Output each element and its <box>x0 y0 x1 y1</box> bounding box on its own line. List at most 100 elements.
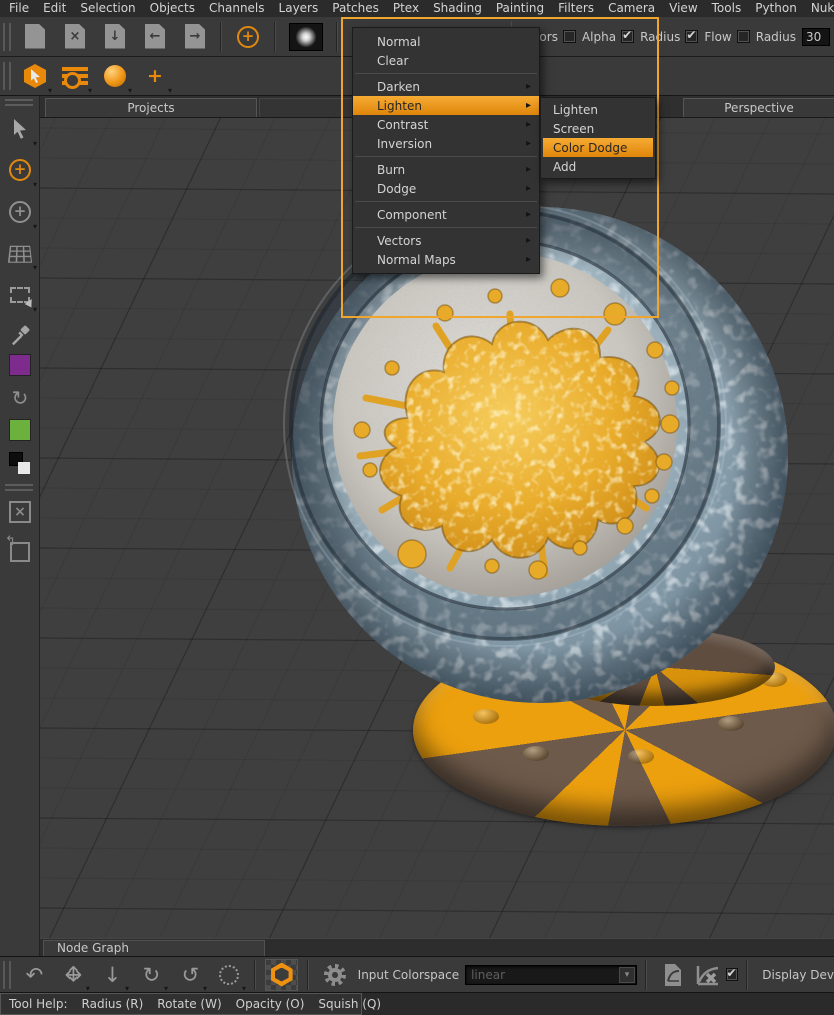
menubar-item[interactable]: Shading <box>426 0 489 17</box>
clear-lut-button[interactable] <box>693 960 722 990</box>
background-color-swatch[interactable] <box>0 413 40 447</box>
menu-item[interactable]: Burn ▸ <box>353 160 539 179</box>
menu-item[interactable]: Normal Maps ▸ <box>353 250 539 269</box>
menu-item[interactable]: Dodge ▸ <box>353 179 539 198</box>
corner-arrow-glyph: ↰ <box>5 534 16 549</box>
menu-item[interactable]: ▸ <box>353 153 539 160</box>
menu-item[interactable]: Normal ▸ <box>353 32 539 51</box>
toolbar-drag-handle[interactable] <box>3 961 11 989</box>
toggle-checkbox[interactable]: ✔ <box>563 30 576 43</box>
radius-value-field[interactable]: 30 <box>802 28 830 46</box>
tab-projects[interactable]: Projects <box>45 98 257 118</box>
brush-tip-preview[interactable] <box>289 23 323 51</box>
paint-toggle: Flow ✔ <box>704 30 749 44</box>
paint-through-tool-button[interactable]: + ▾ <box>0 195 40 229</box>
rotate-tool-button[interactable]: ↻ ▾ <box>132 959 171 991</box>
sidebar-drag-handle[interactable] <box>5 484 33 491</box>
screenshot-settings-button[interactable]: × <box>0 495 40 529</box>
menubar-item[interactable]: Filters <box>551 0 601 17</box>
shader-ball-tool-button[interactable]: ▾ <box>95 59 135 93</box>
black-white-swatches-icon <box>8 451 32 475</box>
toggle-checkbox[interactable]: ✔ <box>685 30 698 43</box>
gear-icon[interactable] <box>324 964 345 986</box>
export-archive-icon[interactable]: → <box>175 21 215 53</box>
pan-tool-button[interactable]: ↔↕ ▾ <box>54 959 93 991</box>
select-objects-tool-button[interactable]: ▾ <box>15 59 55 93</box>
menubar-item[interactable]: Ptex <box>386 0 426 17</box>
menubar-item[interactable]: Patches <box>325 0 386 17</box>
input-colorspace-select[interactable]: linear ▾ <box>465 965 637 985</box>
menubar-item[interactable]: Nuke <box>804 0 834 17</box>
dropdown-arrow-icon: ▾ <box>203 985 207 993</box>
reset-colors-button[interactable] <box>0 446 40 480</box>
shortcut-hint: Radius (R) <box>82 997 144 1011</box>
warp-tool-button[interactable]: ▾ <box>0 236 40 270</box>
menu-item[interactable]: Inversion ▸ <box>353 134 539 153</box>
toolbar-separator <box>220 22 222 52</box>
menu-item-label: Component <box>377 208 447 222</box>
layer-visibility-tool-button[interactable]: ▾ <box>55 59 95 93</box>
menubar-item[interactable]: Tools <box>705 0 749 17</box>
toolbar-drag-handle[interactable] <box>3 62 11 90</box>
menubar-item[interactable]: Layers <box>272 0 326 17</box>
menubar-item[interactable]: File <box>2 0 36 17</box>
toolbar-drag-handle[interactable] <box>3 23 11 51</box>
swap-colors-button[interactable]: ↻ <box>0 381 40 415</box>
menubar-item[interactable]: Painting <box>489 0 551 17</box>
marquee-select-tool-button[interactable]: ▲ ▾ <box>0 278 40 312</box>
sidebar-drag-handle[interactable] <box>5 99 33 106</box>
pull-tool-button[interactable]: ↓ ▾ <box>93 959 132 991</box>
color-picker-tool-button[interactable] <box>0 318 40 352</box>
add-paint-target-button[interactable]: + <box>237 26 259 48</box>
submenu-item[interactable]: Add <box>541 157 655 176</box>
submenu-item[interactable]: Color Dodge <box>543 138 653 157</box>
submenu-item[interactable]: Lighten <box>541 100 655 119</box>
tab-perspective[interactable]: Perspective <box>683 98 834 118</box>
undo-view-button[interactable]: ↶ <box>15 959 54 991</box>
add-channel-tool-button[interactable]: + ▾ <box>135 59 175 93</box>
menu-item[interactable]: Contrast ▸ <box>353 115 539 134</box>
menubar-item[interactable]: Edit <box>36 0 73 17</box>
new-project-icon[interactable] <box>15 21 55 53</box>
submenu-item[interactable]: Screen <box>541 119 655 138</box>
menubar-item[interactable]: View <box>662 0 704 17</box>
take-screenshot-button[interactable]: ↰ <box>0 535 40 569</box>
toggle-label: Flow <box>704 30 731 44</box>
menu-item[interactable]: ▸ <box>353 70 539 77</box>
orbit-tool-button[interactable]: ↺ ▾ <box>171 959 210 991</box>
document-shape <box>25 24 45 49</box>
tab-node-graph[interactable]: Node Graph <box>43 940 265 957</box>
menu-item[interactable]: Lighten ▸ <box>353 96 539 115</box>
menu-item[interactable]: Clear ▸ <box>353 51 539 70</box>
foreground-color-swatch[interactable] <box>0 348 40 382</box>
selection-ring-button[interactable]: ▾ <box>210 959 249 991</box>
toggle-checkbox[interactable]: ✔ <box>737 30 750 43</box>
select-tool-button[interactable]: ▾ <box>0 112 40 146</box>
box-arrow-icon: ↰ <box>10 542 30 562</box>
save-project-icon[interactable]: ↓ <box>95 21 135 53</box>
toggle-checkbox[interactable]: ✔ <box>621 30 634 43</box>
curve-x-icon <box>695 963 721 987</box>
menubar-item[interactable]: Channels <box>202 0 272 17</box>
menubar-item[interactable]: Objects <box>143 0 202 17</box>
menu-item[interactable]: ▸ <box>353 224 539 231</box>
menubar-item[interactable]: Selection <box>73 0 142 17</box>
menu-item[interactable]: Darken ▸ <box>353 77 539 96</box>
menu-item[interactable]: Vectors ▸ <box>353 231 539 250</box>
input-colorspace-label: Input Colorspace <box>358 968 459 982</box>
close-project-icon[interactable]: × <box>55 21 95 53</box>
shader-mode-button[interactable] <box>265 959 298 991</box>
display-toggle-checkbox[interactable]: ✔ <box>726 968 739 981</box>
import-archive-icon[interactable]: ← <box>135 21 175 53</box>
toolbar-separator <box>274 22 276 52</box>
submenu-item-label: Screen <box>553 122 594 136</box>
menu-item[interactable]: Component ▸ <box>353 205 539 224</box>
load-lut-button[interactable] <box>658 960 687 990</box>
menubar-item[interactable]: Camera <box>601 0 662 17</box>
menubar-item[interactable]: Python <box>748 0 804 17</box>
submenu-arrow-icon: ▸ <box>526 81 531 92</box>
paint-tool-button[interactable]: + ▾ <box>0 153 40 187</box>
colorspace-dropdown-button[interactable]: ▾ <box>619 967 635 983</box>
marquee-icon: ▲ <box>10 287 30 303</box>
menu-item[interactable]: ▸ <box>353 198 539 205</box>
